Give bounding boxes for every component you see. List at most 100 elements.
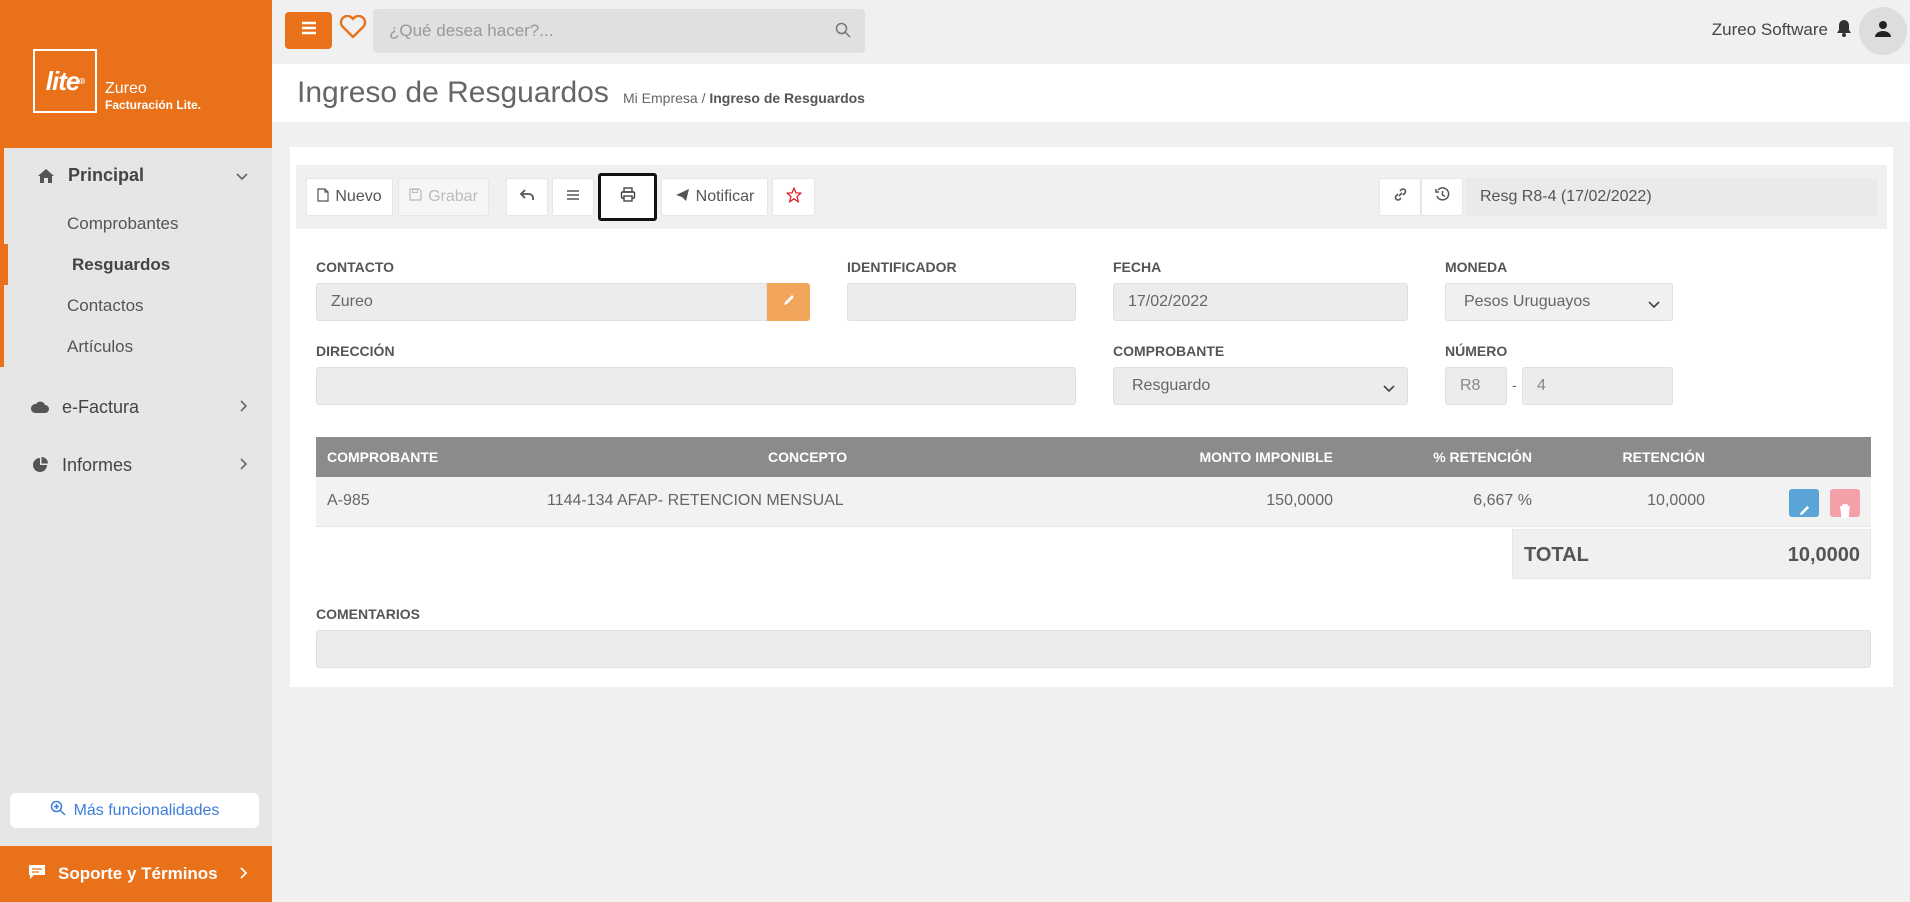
cell-comprobante: A-985: [327, 492, 370, 509]
sidebar-group-label: Principal: [68, 165, 145, 185]
breadcrumb-separator: /: [701, 90, 706, 106]
new-button[interactable]: Nuevo: [306, 178, 393, 216]
breadcrumb-root[interactable]: Mi Empresa: [623, 90, 698, 106]
comentarios-label: COMENTARIOS: [316, 606, 420, 622]
chevron-down-icon: [1648, 296, 1660, 314]
edit-contact-button[interactable]: [767, 283, 810, 321]
sidebar-group-informes[interactable]: Informes: [0, 437, 272, 493]
total-box: TOTAL 10,0000: [1512, 529, 1871, 579]
support-terms-button[interactable]: Soporte y Términos: [0, 846, 272, 902]
contacto-field[interactable]: Zureo: [316, 283, 767, 321]
brand-name: Zureo: [105, 80, 147, 97]
col-porcentaje-retencion: % RETENCIÓN: [1433, 449, 1532, 465]
identificador-label: IDENTIFICADOR: [847, 259, 957, 275]
print-button[interactable]: [598, 173, 657, 221]
comment-icon: [28, 864, 46, 885]
col-comprobante: COMPROBANTE: [327, 449, 439, 465]
comprobante-value: Resguardo: [1132, 377, 1211, 394]
avatar[interactable]: [1859, 7, 1907, 55]
edit-row-button[interactable]: [1789, 489, 1819, 517]
favorites-button[interactable]: [338, 14, 368, 44]
direccion-field[interactable]: [316, 367, 1076, 405]
cloud-icon: [30, 398, 50, 416]
brand-subtitle: Facturación Lite.: [105, 98, 202, 112]
file-icon: [317, 187, 329, 207]
history-icon: [1434, 187, 1450, 207]
numero-field[interactable]: 4: [1522, 367, 1673, 405]
list-icon: [566, 188, 580, 206]
comprobante-label: COMPROBANTE: [1113, 343, 1225, 359]
hamburger-icon: [301, 21, 317, 40]
contacto-label: CONTACTO: [316, 259, 395, 275]
comentarios-field[interactable]: [316, 630, 1871, 668]
star-icon: [785, 186, 802, 208]
paper-plane-icon: [675, 188, 690, 207]
sidebar-item-resguardos[interactable]: Resguardos: [0, 244, 272, 285]
chevron-right-icon: [240, 864, 248, 884]
page-header: Ingreso de Resguardos Mi Empresa / Ingre…: [272, 64, 1910, 122]
table-row[interactable]: A-985 1144-134 AFAP- RETENCION MENSUAL 1…: [316, 477, 1871, 527]
chevron-right-icon: [240, 399, 248, 415]
moneda-select[interactable]: Pesos Uruguayos: [1445, 283, 1673, 321]
undo-button[interactable]: [506, 178, 548, 216]
logo-text: lite: [45, 65, 81, 96]
sidebar-item-contactos[interactable]: Contactos: [4, 285, 272, 326]
total-value: 10,0000: [1787, 544, 1860, 566]
numero-label: NÚMERO: [1445, 343, 1508, 359]
chevron-right-icon: [240, 457, 248, 473]
save-button[interactable]: Grabar: [398, 178, 489, 216]
direccion-label: DIRECCIÓN: [316, 343, 395, 359]
comprobante-select[interactable]: Resguardo: [1113, 367, 1408, 405]
heart-icon: [339, 14, 367, 44]
link-button[interactable]: [1379, 178, 1421, 216]
sidebar-group-label: e-Factura: [62, 396, 140, 417]
moneda-value: Pesos Uruguayos: [1464, 293, 1591, 310]
sidebar-group-efactura[interactable]: e-Factura: [0, 379, 272, 435]
numero-serie-field[interactable]: R8: [1445, 367, 1507, 405]
save-label: Grabar: [428, 188, 478, 205]
zoom-in-icon: [50, 800, 66, 821]
cell-concepto: 1144-134 AFAP- RETENCION MENSUAL: [547, 492, 844, 509]
total-label: TOTAL: [1524, 544, 1589, 566]
chevron-down-icon: [236, 168, 248, 184]
sidebar-item-comprobantes[interactable]: Comprobantes: [4, 203, 272, 244]
identificador-field[interactable]: [847, 283, 1076, 321]
bell-icon[interactable]: [1836, 19, 1852, 42]
chevron-down-icon: [1383, 380, 1395, 398]
pencil-icon: [782, 293, 796, 312]
history-button[interactable]: [1421, 178, 1463, 216]
more-features-button[interactable]: Más funcionalidades: [10, 793, 259, 828]
col-concepto: CONCEPTO: [768, 449, 848, 465]
toolbar: Nuevo Grabar Notificar Resg R8-4 (17/02/…: [296, 165, 1887, 229]
cell-monto: 150,0000: [1266, 492, 1333, 509]
save-icon: [409, 188, 422, 206]
sidebar-group-label: Informes: [62, 454, 133, 475]
breadcrumb: Mi Empresa / Ingreso de Resguardos: [623, 90, 865, 106]
sidebar-item-articulos[interactable]: Artículos: [4, 326, 272, 367]
search-bar: [373, 9, 865, 53]
sidebar: lite ® Zureo Facturación Lite. Principal …: [0, 0, 272, 902]
sidebar-group-principal[interactable]: Principal: [0, 148, 272, 203]
delete-row-button[interactable]: [1830, 489, 1860, 518]
print-icon: [620, 187, 636, 207]
reply-icon: [519, 188, 534, 206]
list-button[interactable]: [552, 178, 594, 216]
fecha-label: FECHA: [1113, 259, 1162, 275]
search-input[interactable]: [373, 9, 865, 53]
trash-icon: [1839, 504, 1851, 523]
notify-button[interactable]: Notificar: [661, 178, 768, 216]
lite-logo[interactable]: lite ®: [33, 49, 97, 113]
pie-chart-icon: [30, 456, 50, 474]
search-icon[interactable]: [835, 22, 851, 43]
col-retencion: RETENCIÓN: [1622, 449, 1705, 465]
menu-toggle-button[interactable]: [285, 12, 332, 49]
home-icon: [36, 167, 56, 185]
favorite-button[interactable]: [772, 178, 815, 216]
support-label: Soporte y Términos: [58, 864, 218, 883]
breadcrumb-current: Ingreso de Resguardos: [709, 90, 865, 106]
user-name[interactable]: Zureo Software: [1712, 20, 1828, 40]
new-label: Nuevo: [335, 188, 382, 205]
page-title: Ingreso de Resguardos: [297, 76, 609, 109]
fecha-field[interactable]: 17/02/2022: [1113, 283, 1408, 321]
pencil-icon: [1798, 504, 1811, 522]
